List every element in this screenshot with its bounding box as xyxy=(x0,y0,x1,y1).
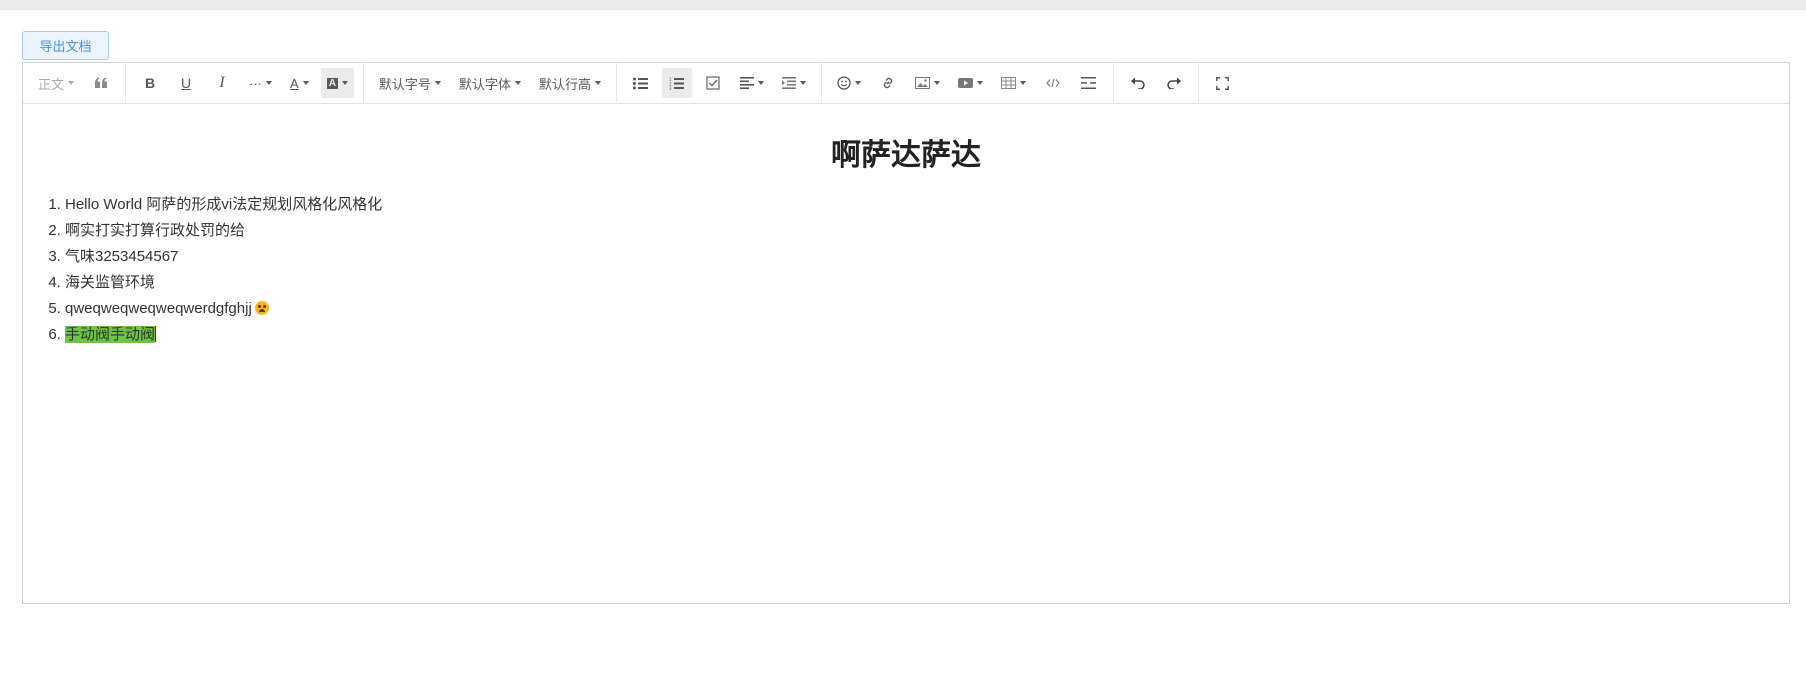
redo-icon xyxy=(1167,77,1181,89)
quote-icon xyxy=(94,76,108,90)
font-color-icon: A xyxy=(290,75,299,91)
indent-dropdown[interactable] xyxy=(776,68,812,98)
more-styles-dropdown[interactable]: ··· xyxy=(243,68,278,98)
list-item[interactable]: 啊实打实打算行政处罚的给 xyxy=(65,218,1779,244)
italic-icon: I xyxy=(219,74,225,91)
bold-icon: B xyxy=(144,75,156,91)
text-cursor xyxy=(155,326,157,342)
emoji-icon xyxy=(837,76,851,90)
font-family-label: 默认字体 xyxy=(458,76,511,92)
video-dropdown[interactable] xyxy=(952,68,989,98)
top-bar xyxy=(0,0,1806,10)
code-button[interactable] xyxy=(1038,68,1068,98)
list-item[interactable]: 手动阀手动阀 xyxy=(65,322,1779,348)
list-item[interactable]: 气味3253454567 xyxy=(65,244,1779,270)
editor-content[interactable]: 啊萨达萨达 Hello World 阿萨的形成vi法定规划风格化风格化 啊实打实… xyxy=(23,104,1789,603)
quote-button[interactable] xyxy=(86,68,116,98)
list-item-text: qweqweqweqweqwerdgfghjj xyxy=(65,300,252,317)
undo-button[interactable] xyxy=(1123,68,1153,98)
list-item[interactable]: 海关监管环境 xyxy=(65,270,1779,296)
font-size-label: 默认字号 xyxy=(378,76,431,92)
code-icon xyxy=(1046,78,1060,88)
list-item-text: 气味3253454567 xyxy=(65,248,179,265)
divider-button[interactable] xyxy=(1074,68,1104,98)
align-dropdown[interactable] xyxy=(734,68,770,98)
bulleted-list-button[interactable] xyxy=(626,68,656,98)
numbered-list-icon: 123 xyxy=(669,77,685,90)
video-icon xyxy=(957,77,973,89)
bulleted-list-icon xyxy=(633,77,649,90)
paragraph-style-dropdown[interactable]: 正文 xyxy=(32,68,80,98)
fullscreen-icon xyxy=(1216,76,1230,90)
list-item-text: Hello World 阿萨的形成vi法定规划风格化风格化 xyxy=(65,196,383,213)
line-height-label: 默认行高 xyxy=(538,76,591,92)
highlighted-list-item-text: 手动阀手动阀 xyxy=(65,326,156,343)
fullscreen-button[interactable] xyxy=(1208,68,1238,98)
line-height-dropdown[interactable]: 默认行高 xyxy=(533,68,607,98)
font-size-dropdown[interactable]: 默认字号 xyxy=(373,68,447,98)
redo-button[interactable] xyxy=(1159,68,1189,98)
divider-icon xyxy=(1081,77,1097,89)
numbered-list: Hello World 阿萨的形成vi法定规划风格化风格化 啊实打实打算行政处罚… xyxy=(33,192,1779,348)
underline-icon: U xyxy=(180,75,192,91)
editor-toolbar: 正文 B U I ··· A A 默认字号 默认字体 默认行高 123 xyxy=(23,62,1789,104)
align-icon xyxy=(739,77,754,89)
italic-button[interactable]: I xyxy=(207,68,237,98)
font-color-dropdown[interactable]: A xyxy=(284,68,315,98)
link-icon xyxy=(881,76,895,90)
document-title[interactable]: 啊萨达萨达 xyxy=(33,130,1779,174)
todo-button[interactable] xyxy=(698,68,728,98)
rich-text-editor: 正文 B U I ··· A A 默认字号 默认字体 默认行高 123 啊萨达萨… xyxy=(22,62,1790,604)
background-color-dropdown[interactable]: A xyxy=(320,68,354,98)
table-dropdown[interactable] xyxy=(995,68,1032,98)
list-item-text: 海关监管环境 xyxy=(65,274,156,291)
paragraph-style-label: 正文 xyxy=(38,76,65,92)
font-family-dropdown[interactable]: 默认字体 xyxy=(453,68,527,98)
todo-icon xyxy=(706,76,720,90)
link-button[interactable] xyxy=(873,68,903,98)
more-icon: ··· xyxy=(249,75,263,91)
svg-text:3: 3 xyxy=(669,86,672,90)
numbered-list-button[interactable]: 123 xyxy=(661,68,692,98)
bold-button[interactable]: B xyxy=(135,68,165,98)
list-item[interactable]: qweqweqweqweqwerdgfghjj xyxy=(65,296,1779,322)
undo-icon xyxy=(1130,77,1145,89)
image-dropdown[interactable] xyxy=(909,68,946,98)
table-icon xyxy=(1000,77,1016,89)
list-item[interactable]: Hello World 阿萨的形成vi法定规划风格化风格化 xyxy=(65,192,1779,218)
background-color-icon: A xyxy=(326,77,338,89)
list-item-text: 啊实打实打算行政处罚的给 xyxy=(65,222,246,239)
export-document-button[interactable]: 导出文档 xyxy=(22,31,109,60)
fearful-face-emoji-icon xyxy=(254,301,269,315)
emoji-dropdown[interactable] xyxy=(831,68,867,98)
underline-button[interactable]: U xyxy=(171,68,201,98)
image-icon xyxy=(914,77,930,89)
indent-icon xyxy=(781,77,796,89)
